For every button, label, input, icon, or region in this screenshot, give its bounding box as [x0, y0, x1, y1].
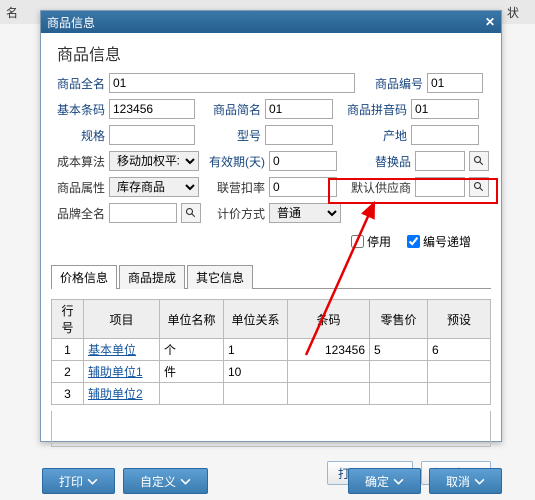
label-valid-days: 有效期(天)	[203, 153, 265, 170]
label-discount: 联营扣率	[203, 179, 265, 196]
short-name-input[interactable]	[265, 99, 333, 119]
table-row[interactable]: 1 基本单位 个 1 123456 5 6	[52, 339, 491, 361]
grid: 行号 项目 单位名称 单位关系 条码 零售价 预设 1 基本单位 个 1 123…	[51, 299, 491, 405]
full-name-input[interactable]	[109, 73, 355, 93]
tab-price-info[interactable]: 价格信息	[51, 265, 117, 289]
col-unit: 单位名称	[160, 300, 224, 339]
label-barcode: 基本条码	[51, 101, 105, 118]
page-title: 商品信息	[51, 39, 491, 73]
brand-input[interactable]	[109, 203, 177, 223]
table-row[interactable]: 2 辅助单位1 件 10	[52, 361, 491, 383]
unit-link[interactable]: 辅助单位1	[88, 365, 143, 379]
unit-link[interactable]: 辅助单位2	[88, 387, 143, 401]
tab-commission[interactable]: 商品提成	[119, 265, 185, 289]
discount-input[interactable]	[269, 177, 337, 197]
origin-input[interactable]	[411, 125, 479, 145]
dialog-title: 商品信息	[47, 14, 95, 31]
col-barcode: 条码	[288, 300, 370, 339]
col-item: 项目	[84, 300, 160, 339]
cancel-button[interactable]: 取消	[429, 468, 502, 494]
label-cost-method: 成本算法	[51, 153, 105, 170]
label-origin: 产地	[337, 127, 407, 144]
pricing-select[interactable]: 普通	[269, 203, 341, 223]
chevron-down-icon	[393, 476, 404, 487]
substitute-search-icon[interactable]	[469, 151, 489, 171]
label-code: 商品编号	[363, 75, 423, 92]
ok-button[interactable]: 确定	[348, 468, 421, 494]
label-spec: 规格	[51, 127, 105, 144]
substitute-input[interactable]	[415, 151, 465, 171]
unit-link[interactable]: 基本单位	[88, 343, 136, 357]
label-short-name: 商品简名	[199, 101, 261, 118]
pinyin-input[interactable]	[411, 99, 479, 119]
chevron-down-icon	[180, 476, 191, 487]
bg-left: 名	[6, 4, 18, 20]
col-rownum: 行号	[52, 300, 84, 339]
chevron-down-icon	[474, 476, 485, 487]
label-model: 型号	[199, 127, 261, 144]
supplier-search-icon[interactable]	[469, 177, 489, 197]
label-substitute: 替换品	[341, 153, 411, 170]
custom-button[interactable]: 自定义	[123, 468, 208, 494]
table-row[interactable]: 3 辅助单位2	[52, 383, 491, 405]
code-input[interactable]	[427, 73, 483, 93]
barcode-input[interactable]	[109, 99, 195, 119]
autocode-checkbox[interactable]: 编号递增	[407, 233, 471, 250]
titlebar: 商品信息 ✕	[41, 11, 501, 33]
grid-blank-area	[51, 411, 491, 447]
col-price: 零售价	[370, 300, 428, 339]
dialog: 商品信息 ✕ 商品信息 商品全名 商品编号 基本条码 商品简名 商品拼音码	[40, 10, 502, 442]
col-rel: 单位关系	[224, 300, 288, 339]
tab-other-info[interactable]: 其它信息	[187, 265, 253, 289]
col-preset: 预设	[428, 300, 491, 339]
cost-method-select[interactable]: 移动加权平均	[109, 151, 199, 171]
chevron-down-icon	[87, 476, 98, 487]
brand-search-icon[interactable]	[181, 203, 201, 223]
label-pricing: 计价方式	[205, 205, 265, 222]
close-icon[interactable]: ✕	[485, 15, 495, 29]
supplier-input[interactable]	[415, 177, 465, 197]
label-full-name: 商品全名	[51, 75, 105, 92]
label-brand: 品牌全名	[51, 205, 105, 222]
spec-input[interactable]	[109, 125, 195, 145]
footer: 打印 自定义 确定 取消	[42, 468, 502, 494]
valid-days-input[interactable]	[269, 151, 337, 171]
label-supplier: 默认供应商	[341, 179, 411, 196]
bg-right: 状	[507, 4, 519, 20]
label-pinyin: 商品拼音码	[337, 101, 407, 118]
print-button[interactable]: 打印	[42, 468, 115, 494]
label-attribute: 商品属性	[51, 179, 105, 196]
tabs: 价格信息 商品提成 其它信息	[51, 264, 491, 289]
attribute-select[interactable]: 库存商品	[109, 177, 199, 197]
disable-checkbox[interactable]: 停用	[351, 233, 391, 250]
model-input[interactable]	[265, 125, 333, 145]
